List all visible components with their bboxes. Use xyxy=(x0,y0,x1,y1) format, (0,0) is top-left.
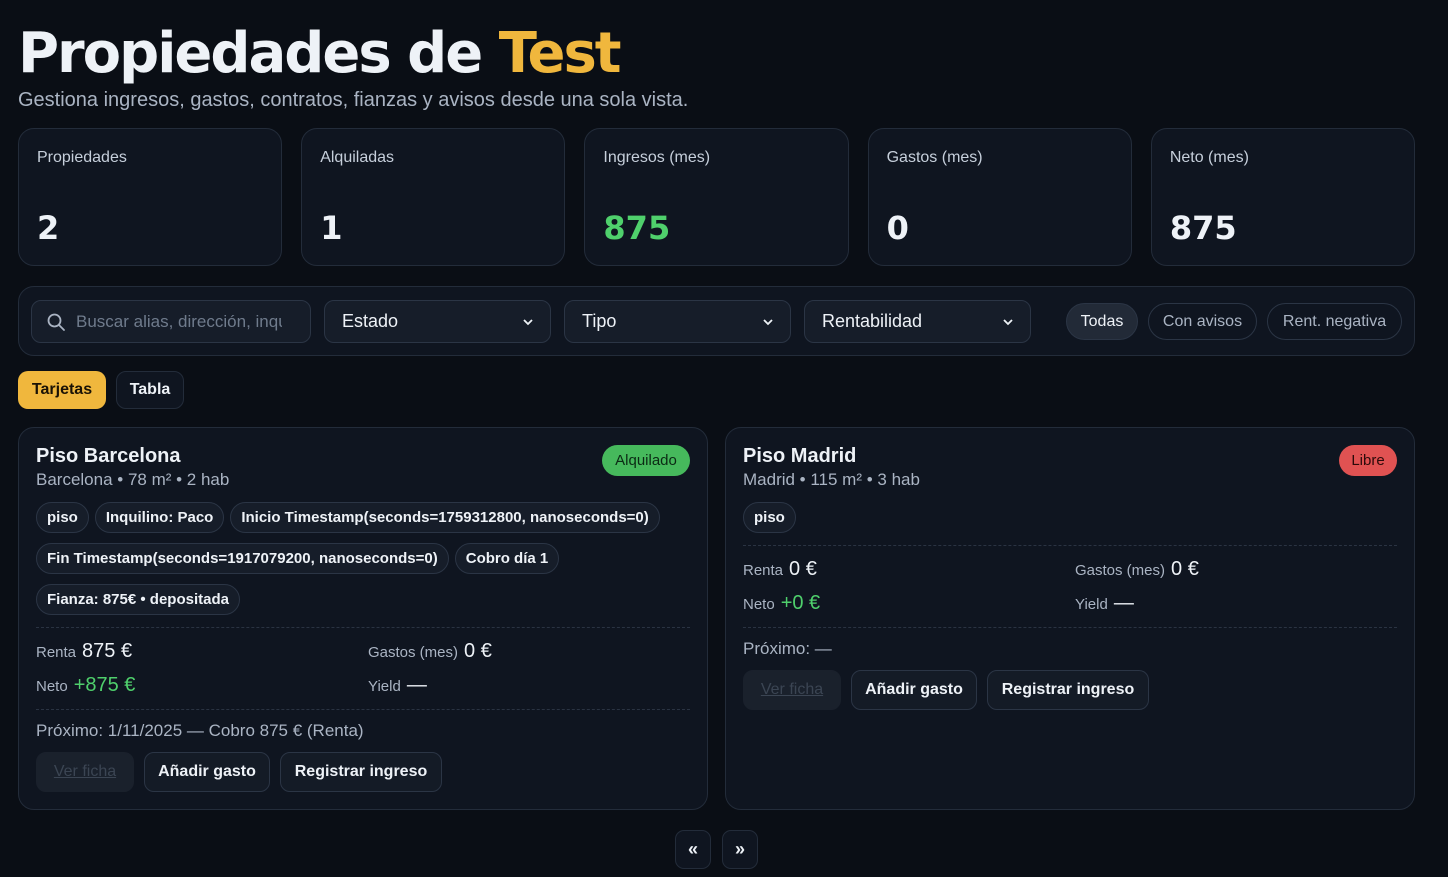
stat-value: 875 xyxy=(603,209,671,247)
ver-ficha-button[interactable]: Ver ficha xyxy=(36,752,134,792)
add-expense-button[interactable]: Añadir gasto xyxy=(144,752,270,792)
page-title: Propiedades de Test xyxy=(18,21,622,86)
stat-label: Neto (mes) xyxy=(1169,149,1249,166)
stat-value: 0 xyxy=(886,209,909,247)
stat-card-alquiladas: Alquiladas 1 xyxy=(301,128,566,266)
metric-neto: Neto +875 € xyxy=(36,674,135,697)
metric-value: — xyxy=(1113,592,1134,614)
divider xyxy=(36,709,690,710)
chevron-down-icon xyxy=(763,319,773,326)
title-prefix: Propiedades de xyxy=(18,21,483,86)
status-badge: Libre xyxy=(1339,445,1397,476)
property-name: Piso Madrid xyxy=(743,445,857,467)
status-badge: Alquilado xyxy=(602,445,690,476)
tag: Inquilino: Paco xyxy=(94,502,225,533)
pager-next-button[interactable]: » xyxy=(722,830,758,869)
divider xyxy=(743,545,1397,546)
title-accent: Test xyxy=(498,21,622,86)
tag-list: piso Inquilino: Paco Inicio Timestamp(seco… xyxy=(36,502,696,625)
chevron-down-icon xyxy=(523,319,533,326)
estado-select-label: Estado xyxy=(342,311,399,331)
chevron-down-icon xyxy=(1003,319,1013,326)
stat-label: Gastos (mes) xyxy=(886,149,983,166)
metric-renta: Renta 875 € xyxy=(36,640,132,663)
metric-label: Yield xyxy=(368,678,401,695)
rentabilidad-select[interactable]: Rentabilidad xyxy=(804,300,1031,343)
stats-row: Propiedades 2 Alquiladas 1 Ingresos (mes… xyxy=(18,128,1416,266)
stat-label: Propiedades xyxy=(37,149,127,166)
search-input[interactable] xyxy=(76,301,282,342)
metric-label: Renta xyxy=(36,644,77,661)
metric-value: 0 € xyxy=(464,640,492,662)
filter-chip-rent-negativa[interactable]: Rent. negativa xyxy=(1267,303,1402,340)
metric-yield: Yield — xyxy=(368,674,427,697)
property-card-barcelona: Piso Barcelona Barcelona • 78 m² • 2 hab… xyxy=(18,427,708,810)
metric-gastos: Gastos (mes) 0 € xyxy=(1075,558,1199,581)
metric-neto: Neto +0 € xyxy=(743,592,820,615)
search-box[interactable] xyxy=(31,300,311,343)
stat-value: 2 xyxy=(37,209,60,247)
metric-label: Neto xyxy=(36,678,68,695)
next-event: Próximo: 1/11/2025 — Cobro 875 € (Renta) xyxy=(36,721,364,740)
next-event: Próximo: — xyxy=(743,639,832,658)
tipo-select[interactable]: Tipo xyxy=(564,300,791,343)
stat-card-propiedades: Propiedades 2 xyxy=(18,128,283,266)
filter-chip-con-avisos[interactable]: Con avisos xyxy=(1148,303,1257,340)
stat-card-neto: Neto (mes) 875 xyxy=(1150,128,1416,266)
estado-select[interactable]: Estado xyxy=(324,300,551,343)
metric-label: Yield xyxy=(1075,596,1108,613)
metric-value: 875 € xyxy=(82,640,133,662)
metric-label: Gastos (mes) xyxy=(1075,562,1166,579)
stat-label: Ingresos (mes) xyxy=(603,149,711,166)
tag: Inicio Timestamp(seconds=1759312800, nan… xyxy=(230,502,660,533)
filter-bar: Estado Tipo Rentabilidad Todas Con aviso… xyxy=(18,286,1415,356)
stat-value: 1 xyxy=(320,209,343,247)
ver-ficha-button[interactable]: Ver ficha xyxy=(743,670,841,710)
property-name: Piso Barcelona xyxy=(36,445,181,467)
add-expense-button[interactable]: Añadir gasto xyxy=(851,670,977,710)
divider xyxy=(36,627,690,628)
property-meta: Madrid • 115 m² • 3 hab xyxy=(743,470,920,489)
tag-list: piso xyxy=(743,502,1403,543)
rentabilidad-select-label: Rentabilidad xyxy=(822,311,923,331)
metric-yield: Yield — xyxy=(1075,592,1134,615)
divider xyxy=(743,627,1397,628)
stat-value: 875 xyxy=(1169,209,1237,247)
tag: piso xyxy=(743,502,796,533)
tab-tarjetas[interactable]: Tarjetas xyxy=(18,371,106,409)
property-meta: Barcelona • 78 m² • 2 hab xyxy=(36,470,230,489)
search-icon xyxy=(47,313,65,331)
page-subtitle: Gestiona ingresos, gastos, contratos, fi… xyxy=(18,89,689,111)
metric-label: Gastos (mes) xyxy=(368,644,459,661)
metric-value: — xyxy=(406,674,427,696)
metric-value: +0 € xyxy=(780,592,821,614)
tipo-select-label: Tipo xyxy=(582,311,617,331)
metric-value: 0 € xyxy=(1171,558,1199,580)
stat-card-ingresos: Ingresos (mes) 875 xyxy=(584,128,849,266)
tag: Cobro día 1 xyxy=(454,543,560,574)
pager-prev-button[interactable]: « xyxy=(675,830,711,869)
stat-card-gastos: Gastos (mes) 0 xyxy=(867,128,1132,266)
metric-label: Neto xyxy=(743,596,775,613)
tag: Fin Timestamp(seconds=1917079200, nanose… xyxy=(36,543,449,574)
tag: Fianza: 875€ • depositada xyxy=(36,584,240,615)
property-card-madrid: Piso Madrid Madrid • 115 m² • 3 hab Libr… xyxy=(725,427,1415,810)
register-income-button[interactable]: Registrar ingreso xyxy=(280,752,442,792)
metric-label: Renta xyxy=(743,562,784,579)
metric-gastos: Gastos (mes) 0 € xyxy=(368,640,492,663)
tab-tabla[interactable]: Tabla xyxy=(116,371,184,409)
metric-value: +875 € xyxy=(73,674,136,696)
tag: piso xyxy=(36,502,89,533)
stat-label: Alquiladas xyxy=(320,149,395,166)
metric-value: 0 € xyxy=(789,558,817,580)
metric-renta: Renta 0 € xyxy=(743,558,817,581)
filter-chip-todas[interactable]: Todas xyxy=(1066,303,1138,340)
register-income-button[interactable]: Registrar ingreso xyxy=(987,670,1149,710)
